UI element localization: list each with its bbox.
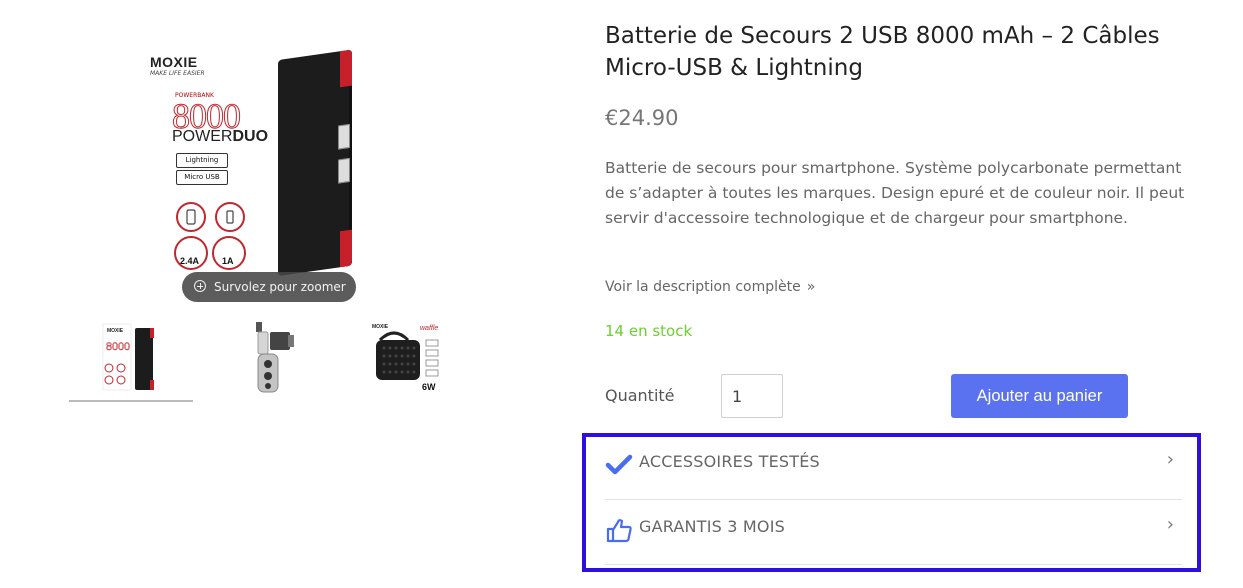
product-price: €24.90 [605,106,679,130]
brand-logo: MOXIE [150,54,198,70]
svg-text:MOXIE: MOXIE [107,328,124,334]
main-product-image[interactable] [44,36,496,312]
stock-status: 14 en stock [605,322,693,340]
svg-text:waffle: waffle [420,325,438,332]
full-description-link[interactable]: Voir la description complète» [605,279,815,295]
feature-accessories-tested[interactable]: ACCESSOIRES TESTÉS › [605,437,1182,500]
thumbs-up-icon [606,519,632,543]
powerbank-device-image [278,49,352,277]
port-amp-label: 2.4A [180,256,200,266]
thumbnail-telephoto-lens[interactable] [212,318,336,402]
speaker-badge: 6W [422,382,436,392]
product-gallery: MOXIE MAKE LIFE EASIER POWERBANK 8000 PO… [0,0,560,588]
chevron-right-icon: › [1166,514,1174,535]
add-to-cart-button[interactable]: Ajouter au panier [951,374,1128,418]
product-description: Batterie de secours pour smartphone. Sys… [605,159,1185,227]
feature-label: ACCESSOIRES TESTÉS [639,452,820,471]
brand-tagline: MAKE LIFE EASIER [150,70,205,77]
checkmark-icon [605,454,633,475]
phone-icon [176,202,206,232]
feature-warranty[interactable]: GARANTIS 3 MOIS › [605,500,1182,565]
chevron-right-icon: › [1166,449,1174,470]
thumbnail-powerbank[interactable]: MOXIE 8000 [69,318,193,402]
product-features-box: ACCESSOIRES TESTÉS › GARANTIS 3 MOIS › [582,433,1201,572]
cable-badge-micro-usb: Micro USB [176,170,228,185]
product-name-art: POWERDUO [172,128,269,145]
zoom-hint: Survolez pour zoomer [182,272,356,302]
port-amp-label: 1A [222,256,234,266]
feature-label: GARANTIS 3 MOIS [639,517,785,536]
cable-badge-lightning: Lightning [176,153,228,168]
plug-icon [215,202,245,232]
svg-text:8000: 8000 [106,339,130,353]
quantity-label: Quantité [605,386,675,405]
thumbnail-speaker[interactable]: waffle MOXIE 6W [342,318,466,402]
quantity-input[interactable] [721,374,783,418]
double-chevron-right-icon: » [806,279,816,295]
svg-text:MOXIE: MOXIE [372,324,389,330]
zoom-in-icon [194,280,206,292]
product-title: Batterie de Secours 2 USB 8000 mAh – 2 C… [605,23,1160,81]
